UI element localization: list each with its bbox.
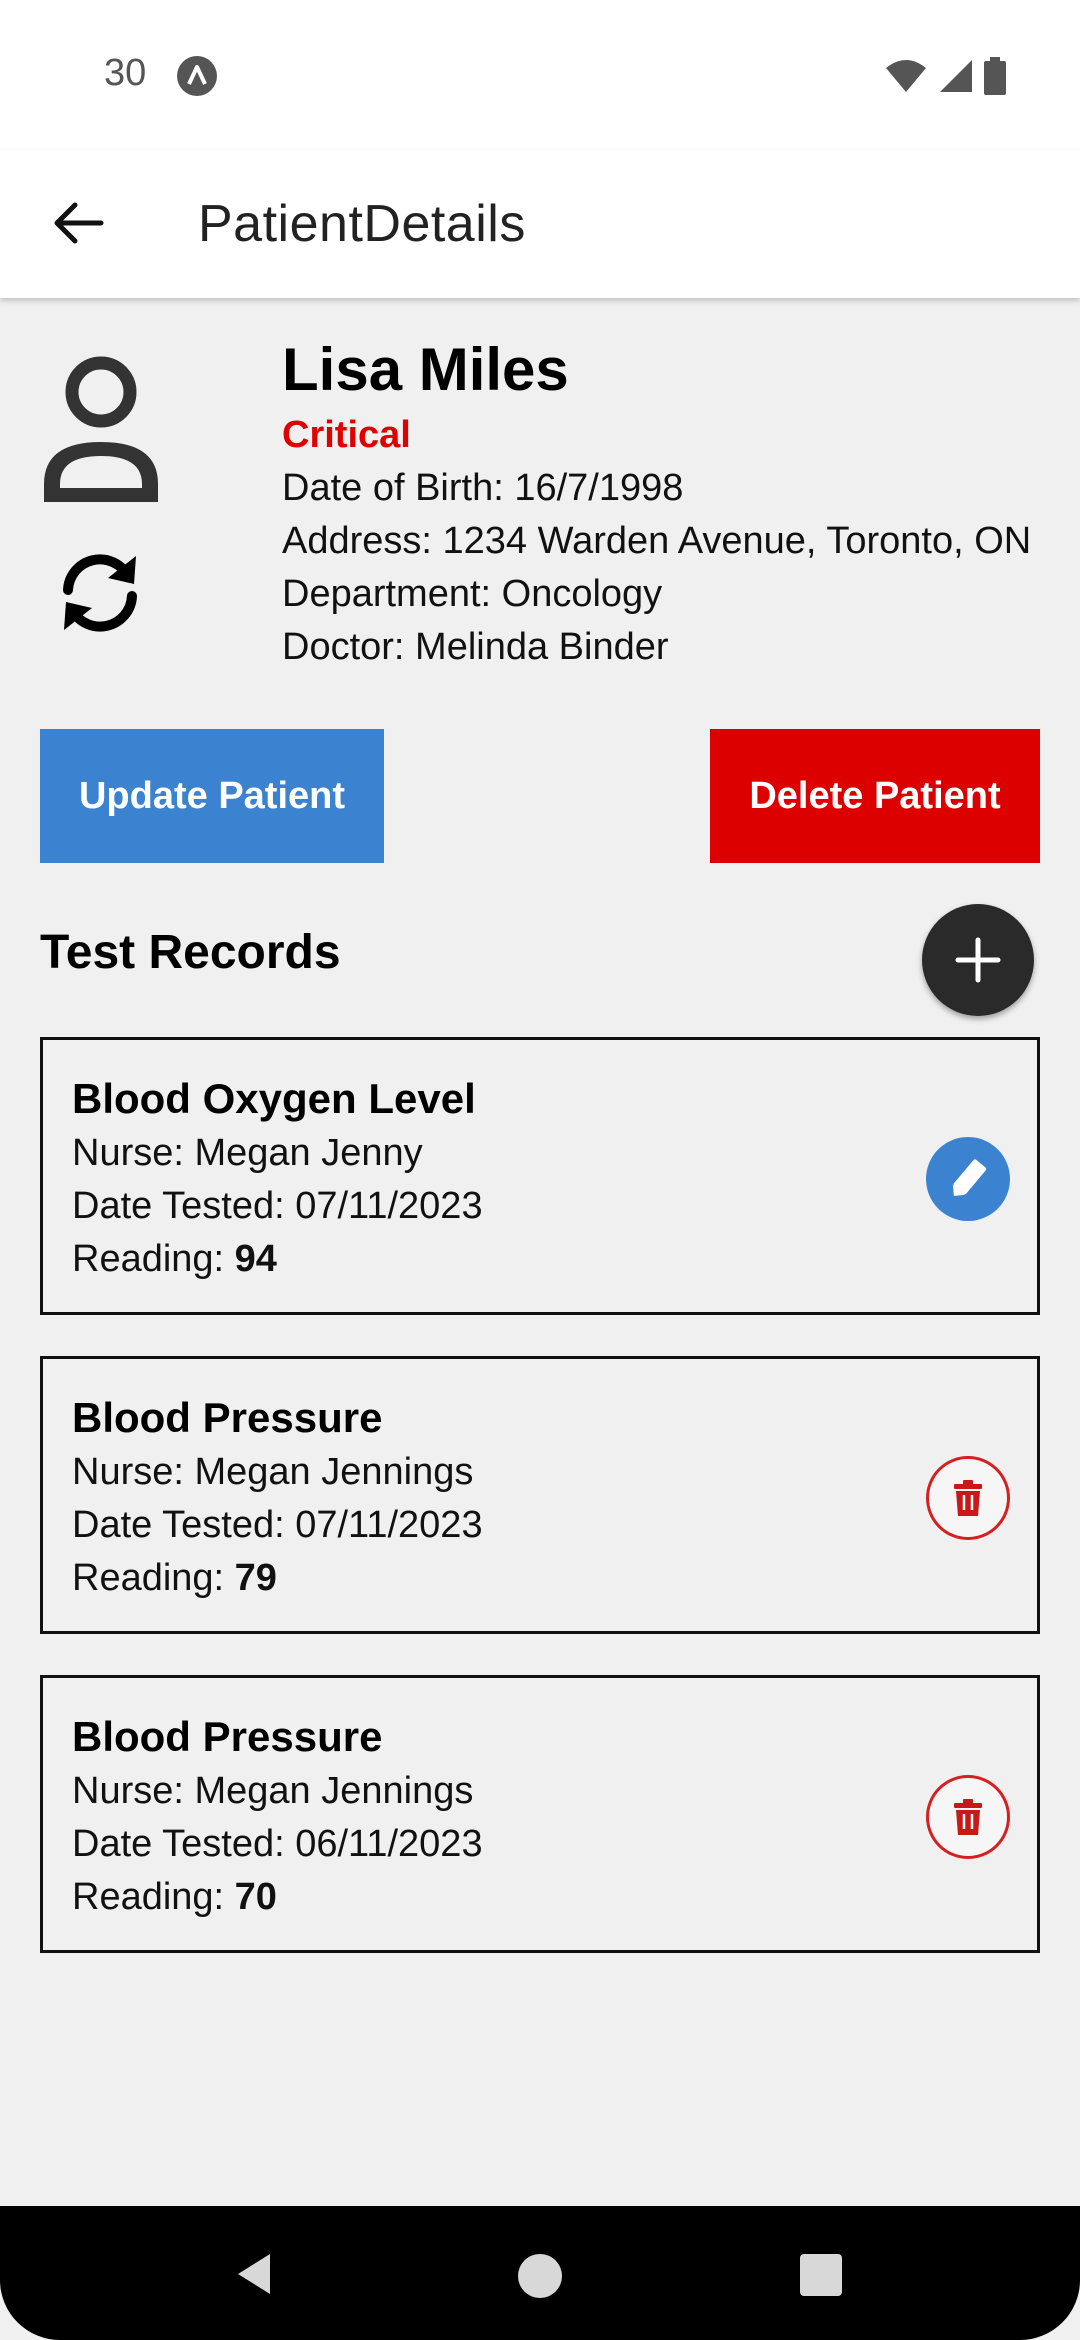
- delete-record-button[interactable]: [926, 1456, 1010, 1540]
- signal-icon: [940, 60, 972, 92]
- edit-record-button[interactable]: [926, 1137, 1010, 1221]
- patient-doctor: Doctor: Melinda Binder: [282, 626, 669, 668]
- patient-info: Lisa Miles Critical Date of Birth: 16/7/…: [282, 332, 1031, 674]
- test-record-card[interactable]: Blood Pressure Nurse: Megan Jennings Dat…: [40, 1675, 1040, 1953]
- patient-department: Department: Oncology: [282, 573, 663, 615]
- back-button[interactable]: [44, 188, 114, 258]
- record-date: Date Tested: 06/11/2023: [72, 1823, 483, 1865]
- test-record-card[interactable]: Blood Oxygen Level Nurse: Megan Jenny Da…: [40, 1037, 1040, 1315]
- record-reading-label: Reading:: [72, 1876, 235, 1918]
- record-reading: Reading: 94: [72, 1233, 483, 1286]
- page-title: PatientDetails: [198, 195, 526, 253]
- nav-recents-icon[interactable]: [800, 2254, 842, 2296]
- app-bar: PatientDetails: [0, 150, 1080, 298]
- record-reading-value: 70: [234, 1876, 277, 1918]
- record-title: Blood Pressure: [72, 1713, 383, 1760]
- nav-home-icon[interactable]: [518, 2254, 562, 2298]
- delete-patient-button[interactable]: Delete Patient: [710, 729, 1040, 863]
- wifi-icon: [886, 60, 926, 92]
- plus-icon: [955, 937, 1001, 983]
- record-reading: Reading: 79: [72, 1552, 483, 1605]
- trash-icon: [954, 1480, 982, 1516]
- test-records-title: Test Records: [40, 926, 341, 979]
- system-nav-bar: [0, 2206, 1080, 2340]
- refresh-icon[interactable]: [52, 548, 148, 638]
- arrow-left-icon: [54, 202, 104, 244]
- record-title: Blood Oxygen Level: [72, 1075, 476, 1122]
- test-record-card[interactable]: Blood Pressure Nurse: Megan Jennings Dat…: [40, 1356, 1040, 1634]
- record-reading-label: Reading:: [72, 1557, 235, 1599]
- update-patient-button[interactable]: Update Patient: [40, 729, 384, 863]
- patient-address: Address: 1234 Warden Avenue, Toronto, ON: [282, 520, 1032, 562]
- app-notification-icon: [177, 56, 217, 96]
- record-nurse: Nurse: Megan Jennings: [72, 1451, 474, 1493]
- status-icons: [884, 56, 1006, 96]
- patient-dob: Date of Birth: 16/7/1998: [282, 467, 684, 509]
- patient-name: Lisa Miles: [282, 336, 569, 403]
- record-reading-value: 94: [234, 1238, 277, 1280]
- trash-icon: [954, 1799, 982, 1835]
- pencil-icon: [952, 1159, 987, 1196]
- record-date: Date Tested: 07/11/2023: [72, 1504, 483, 1546]
- record-reading-label: Reading:: [72, 1238, 235, 1280]
- record-title: Blood Pressure: [72, 1394, 383, 1441]
- status-time: 30: [104, 52, 147, 94]
- add-record-button[interactable]: [922, 904, 1034, 1016]
- record-nurse: Nurse: Megan Jenny: [72, 1132, 423, 1174]
- record-reading-value: 79: [234, 1557, 277, 1599]
- record-nurse: Nurse: Megan Jennings: [72, 1770, 474, 1812]
- delete-record-button[interactable]: [926, 1775, 1010, 1859]
- nav-back-icon[interactable]: [234, 2250, 274, 2298]
- record-date: Date Tested: 07/11/2023: [72, 1185, 483, 1227]
- person-avatar-icon: [44, 356, 158, 502]
- battery-icon: [984, 57, 1006, 95]
- record-reading: Reading: 70: [72, 1871, 483, 1924]
- status-bar: 30: [0, 0, 1080, 150]
- patient-status: Critical: [282, 414, 411, 456]
